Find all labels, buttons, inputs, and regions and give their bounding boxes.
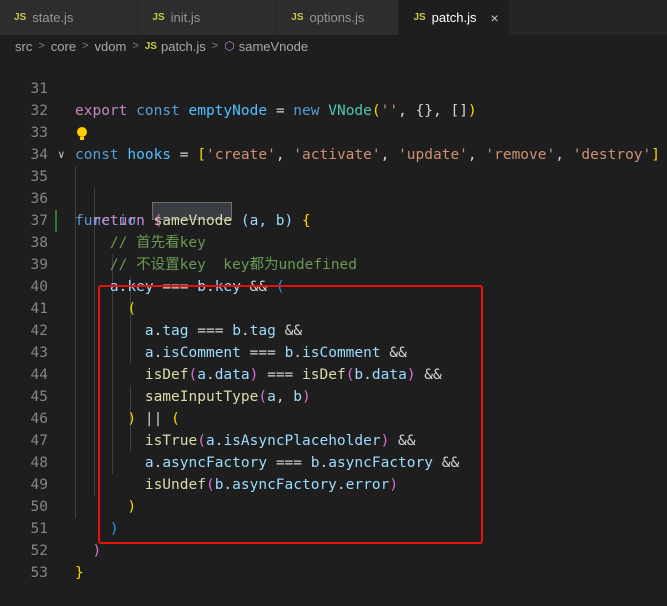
js-file-icon: JS <box>144 40 157 52</box>
code-line-40: 40 ( <box>0 254 667 317</box>
code-line-31: 31 export const emptyNode = new VNode(''… <box>0 56 667 119</box>
lightbulb-icon-base <box>80 137 84 140</box>
breadcrumb: src > core > vdom > JS patch.js > ⬡ same… <box>0 35 667 57</box>
code-line-33: 33 const hooks = ['create', 'activate', … <box>0 100 667 163</box>
code-line-34: 34 <box>0 122 667 163</box>
code-line-39: 39 a.key === b.key && ( <box>0 232 667 295</box>
tab-state-js[interactable]: JS state.js <box>0 0 139 35</box>
chevron-down-icon[interactable]: ∨ <box>58 144 65 166</box>
js-file-icon: JS <box>152 12 165 23</box>
close-icon[interactable]: × <box>490 10 498 26</box>
tab-label: options.js <box>309 10 365 25</box>
chevron-right-icon: > <box>132 40 139 52</box>
tab-bar: JS state.js JS init.js JS options.js JS … <box>0 0 667 35</box>
code-line-38: 38 // 不设置key key都为undefined <box>0 210 667 273</box>
tab-init-js[interactable]: JS init.js <box>138 0 278 35</box>
breadcrumb-item-symbol[interactable]: sameVnode <box>239 39 308 54</box>
line-number: 53 <box>30 565 48 581</box>
code-line-36: 36 return ( <box>0 166 667 229</box>
code-line-35: 35 ∨ function sameVnode (a, b) { <box>0 144 667 229</box>
chevron-right-icon: > <box>211 40 219 52</box>
tab-label: patch.js <box>431 10 477 25</box>
chevron-right-icon: > <box>38 40 45 52</box>
code-line-32: 32 <box>0 78 667 119</box>
chevron-right-icon: > <box>82 40 89 52</box>
breadcrumb-item-vdom[interactable]: vdom <box>95 39 127 54</box>
breadcrumb-item-src[interactable]: src <box>15 39 32 54</box>
js-file-icon: JS <box>291 12 304 23</box>
code-editor[interactable]: 31 export const emptyNode = new VNode(''… <box>0 56 667 581</box>
annotation-highlight-box <box>98 285 483 544</box>
lightbulb-icon[interactable] <box>77 127 87 137</box>
tab-options-js[interactable]: JS options.js <box>277 0 400 35</box>
code-line-37: 37 // 首先看key <box>0 188 667 251</box>
cube-icon: ⬡ <box>224 39 235 53</box>
js-file-icon: JS <box>14 12 27 23</box>
tab-label: state.js <box>32 10 74 25</box>
breadcrumb-item-core[interactable]: core <box>51 39 76 54</box>
tab-patch-js[interactable]: JS patch.js × <box>399 0 510 35</box>
breadcrumb-item-file[interactable]: patch.js <box>161 39 206 54</box>
tab-label: init.js <box>170 10 201 25</box>
js-file-icon: JS <box>413 12 426 23</box>
